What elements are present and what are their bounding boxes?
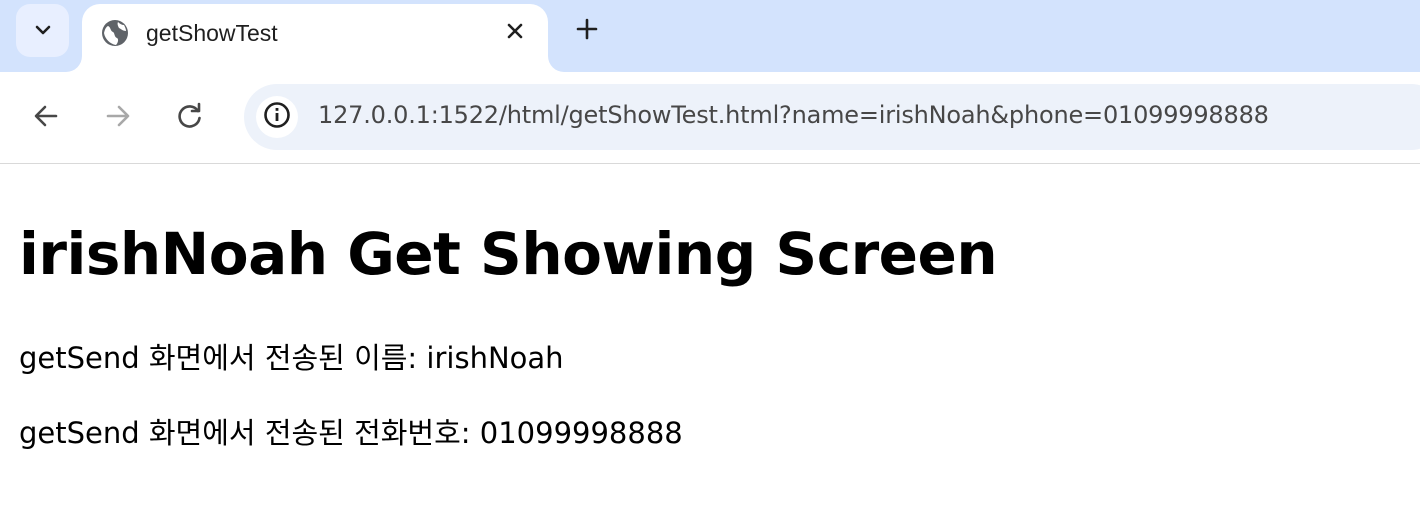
plus-icon xyxy=(576,18,598,44)
page-title: irishNoah Get Showing Screen xyxy=(19,220,998,288)
url-text[interactable]: 127.0.0.1:1522/html/getShowTest.html?nam… xyxy=(318,101,1269,129)
forward-button[interactable] xyxy=(98,98,138,138)
tab-active[interactable]: getShowTest xyxy=(66,4,564,72)
close-icon[interactable] xyxy=(500,16,530,46)
reload-button[interactable] xyxy=(170,98,210,138)
chevron-down-icon xyxy=(34,21,52,40)
site-info-button[interactable] xyxy=(256,96,298,138)
new-tab-button[interactable] xyxy=(570,14,604,48)
tab-strip: getShowTest xyxy=(0,0,1420,72)
name-line: getSend 화면에서 전송된 이름: irishNoah xyxy=(19,341,564,375)
arrow-left-icon xyxy=(32,102,60,134)
info-icon xyxy=(263,101,291,133)
back-button[interactable] xyxy=(26,98,66,138)
tab-search-button[interactable] xyxy=(16,4,69,57)
tab-title: getShowTest xyxy=(146,20,278,46)
arrow-right-icon xyxy=(104,102,132,134)
browser-chrome: getShowTest 127.0.0.1:1522/html/getShowT… xyxy=(0,0,1420,164)
globe-icon xyxy=(100,18,130,48)
address-bar[interactable]: 127.0.0.1:1522/html/getShowTest.html?nam… xyxy=(244,84,1420,150)
toolbar: 127.0.0.1:1522/html/getShowTest.html?nam… xyxy=(0,72,1420,163)
page-content: irishNoah Get Showing Screen getSend 화면에… xyxy=(0,164,1420,517)
reload-icon xyxy=(176,102,204,134)
phone-line: getSend 화면에서 전송된 전화번호: 01099998888 xyxy=(19,416,683,450)
